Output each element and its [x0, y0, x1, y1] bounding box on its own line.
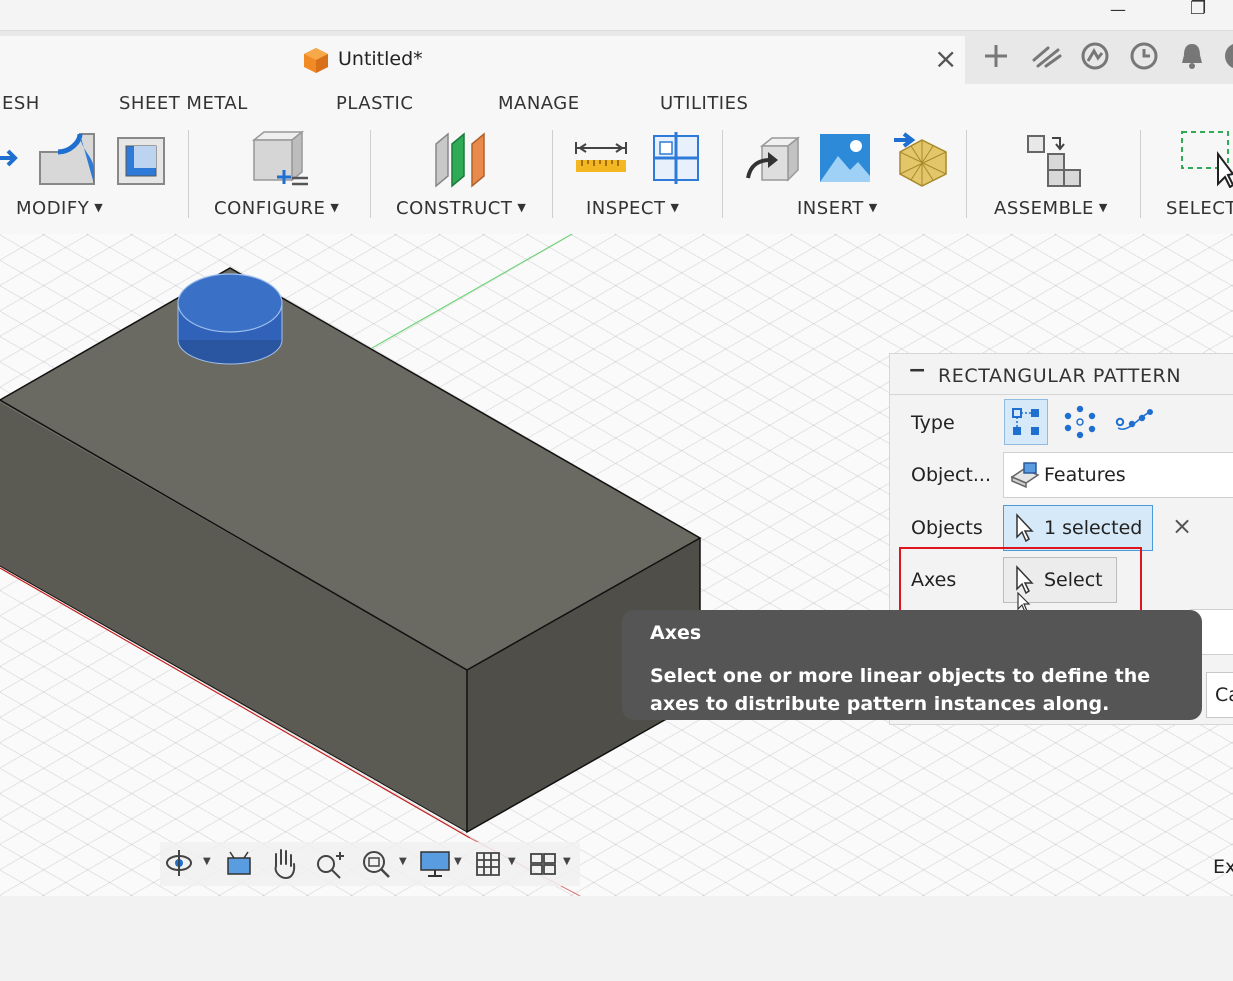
collapse-button[interactable]: − — [908, 358, 926, 383]
separator — [552, 130, 553, 218]
clear-selection-button[interactable]: × — [1172, 512, 1192, 540]
ribbon-tab-plastic[interactable]: PLASTIC — [336, 93, 413, 114]
ribbon-tab-manage[interactable]: MANAGE — [498, 93, 580, 114]
minimize-button[interactable]: — — [1110, 0, 1126, 19]
display-settings-icon[interactable] — [418, 848, 452, 880]
pan-icon[interactable] — [268, 846, 300, 880]
configure-icon[interactable] — [248, 128, 312, 190]
bottom-area — [0, 896, 1233, 981]
insert-mesh-icon[interactable] — [892, 130, 952, 190]
construct-group[interactable]: CONSTRUCT ▼ — [396, 198, 526, 219]
modify-group[interactable]: MODIFY ▼ — [16, 198, 103, 219]
pattern-type-path-icon[interactable] — [1114, 406, 1154, 436]
notifications-icon[interactable] — [1178, 41, 1206, 71]
tooltip-body: Select one or more linear objects to def… — [650, 665, 1151, 715]
features-icon — [1010, 462, 1040, 489]
ribbon-tab-sheet-metal[interactable]: SHEET METAL — [119, 93, 248, 114]
extensions-icon[interactable] — [1030, 42, 1062, 70]
partial-label: Ex — [1213, 856, 1233, 878]
measure-icon[interactable] — [574, 140, 628, 176]
section-analysis-icon[interactable] — [650, 130, 702, 186]
pattern-type-circular-icon[interactable] — [1062, 404, 1098, 440]
insert-group[interactable]: INSERT ▼ — [797, 198, 878, 219]
separator — [1140, 130, 1141, 218]
object-type-dropdown[interactable]: Features — [1003, 452, 1233, 498]
offset-plane-icon[interactable] — [432, 130, 492, 188]
tooltip-title: Axes — [650, 622, 702, 644]
ribbon-tab-utilities[interactable]: UTILITIES — [660, 93, 748, 114]
axes-tooltip: Axes Select one or more linear objects t… — [622, 610, 1202, 720]
orbit-icon[interactable] — [164, 848, 194, 878]
job-status-icon[interactable] — [1129, 41, 1159, 71]
cancel-button-label: Ca — [1215, 684, 1233, 706]
type-label: Type — [911, 412, 955, 434]
rectangular-pattern-icon — [1012, 408, 1039, 435]
document-title: Untitled* — [338, 48, 423, 70]
configure-group[interactable]: CONFIGURE ▼ — [214, 198, 339, 219]
canvas-image-icon[interactable] — [818, 132, 872, 184]
viewports-icon[interactable] — [528, 850, 558, 878]
object-type-value: Features — [1044, 464, 1126, 486]
document-cube-icon — [304, 48, 328, 73]
inspect-group[interactable]: INSPECT ▼ — [586, 198, 679, 219]
assemble-group[interactable]: ASSEMBLE ▼ — [994, 198, 1108, 219]
new-component-icon[interactable] — [1024, 130, 1084, 188]
separator — [370, 130, 371, 218]
objects-selection-button[interactable]: 1 selected — [1003, 505, 1153, 551]
select-window-icon[interactable] — [1180, 130, 1233, 188]
cancel-button[interactable]: Ca — [1206, 672, 1233, 718]
online-status-icon[interactable] — [1080, 41, 1110, 71]
shell-icon[interactable] — [114, 130, 172, 188]
display-dropdown-icon[interactable]: ▼ — [454, 856, 462, 867]
window-titlebar: — ❐ — [0, 0, 1233, 30]
pattern-type-rectangular-button[interactable] — [1004, 399, 1048, 445]
help-icon[interactable] — [1224, 41, 1233, 71]
objects-label: Objects — [911, 517, 983, 539]
close-tab-button[interactable]: × — [934, 42, 957, 75]
orbit-dropdown-icon[interactable]: ▼ — [203, 856, 211, 867]
viewports-dropdown-icon[interactable]: ▼ — [563, 856, 571, 867]
insert-derive-icon[interactable] — [744, 134, 800, 186]
grid-dropdown-icon[interactable]: ▼ — [508, 856, 516, 867]
zoom-dropdown-icon[interactable]: ▼ — [399, 856, 407, 867]
fillet-icon[interactable] — [36, 130, 98, 188]
objects-selection-value: 1 selected — [1044, 517, 1143, 539]
zoom-icon[interactable] — [314, 848, 348, 880]
separator — [966, 130, 967, 218]
plus-icon[interactable] — [982, 42, 1010, 70]
select-group[interactable]: SELECT — [1166, 198, 1233, 219]
ribbon-tab-mesh[interactable]: ESH — [2, 93, 40, 114]
restore-button[interactable]: ❐ — [1190, 0, 1206, 19]
separator — [722, 130, 723, 218]
fit-icon[interactable] — [360, 848, 392, 880]
panel-header: − RECTANGULAR PATTERN — [890, 354, 1233, 395]
document-tab[interactable]: Untitled* × — [0, 36, 965, 84]
push-pull-icon[interactable] — [0, 140, 20, 176]
separator — [188, 130, 189, 218]
look-at-icon[interactable] — [224, 848, 254, 878]
panel-title: RECTANGULAR PATTERN — [938, 365, 1182, 387]
object-type-label: Object... — [911, 464, 991, 486]
grid-settings-icon[interactable] — [474, 850, 502, 878]
cursor-icon — [1016, 513, 1034, 543]
